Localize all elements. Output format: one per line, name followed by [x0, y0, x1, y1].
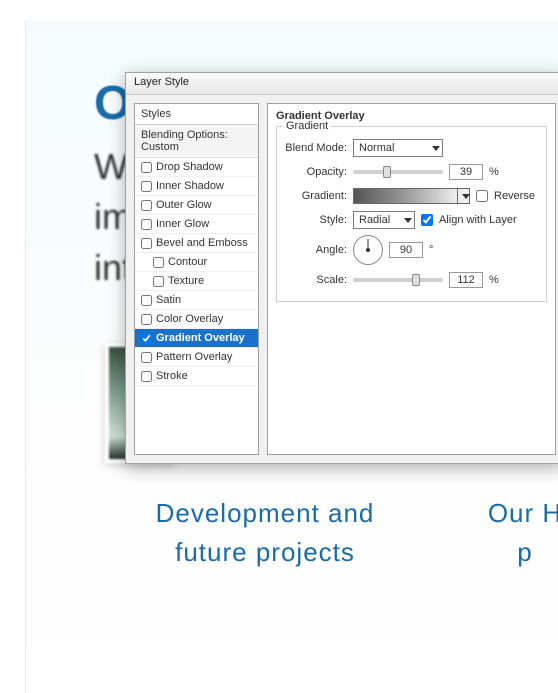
chevron-down-icon: [462, 194, 470, 199]
style-item-bevel-and-emboss[interactable]: Bevel and Emboss: [135, 234, 258, 253]
style-item-color-overlay[interactable]: Color Overlay: [135, 310, 258, 329]
gradient-label: Gradient:: [285, 190, 347, 202]
style-checkbox[interactable]: [141, 162, 152, 173]
opacity-input[interactable]: 39: [449, 164, 483, 180]
scale-input[interactable]: 112: [449, 272, 483, 288]
style-label: Contour: [168, 256, 207, 268]
style-label: Inner Shadow: [156, 180, 224, 192]
style-item-inner-glow[interactable]: Inner Glow: [135, 215, 258, 234]
blend-mode-label: Blend Mode:: [285, 142, 347, 154]
style-item-inner-shadow[interactable]: Inner Shadow: [135, 177, 258, 196]
slider-thumb[interactable]: [412, 274, 420, 286]
style-checkbox[interactable]: [141, 181, 152, 192]
angle-label: Angle:: [285, 244, 347, 256]
style-checkbox[interactable]: [141, 333, 152, 344]
style-item-satin[interactable]: Satin: [135, 291, 258, 310]
style-label: Stroke: [156, 370, 188, 382]
settings-panel: Gradient Overlay Gradient Blend Mode: No…: [267, 103, 556, 455]
style-item-contour[interactable]: Contour: [135, 253, 258, 272]
style-item-drop-shadow[interactable]: Drop Shadow: [135, 158, 258, 177]
opacity-unit: %: [489, 166, 499, 178]
reverse-checkbox[interactable]: [476, 190, 488, 202]
chevron-down-icon: [432, 146, 440, 151]
gradient-fieldset: Gradient Blend Mode: Normal Opacity: 39 …: [276, 126, 547, 302]
style-label: Bevel and Emboss: [156, 237, 248, 249]
chevron-down-icon: [404, 218, 412, 223]
layer-style-dialog: Layer Style Styles Blending Options: Cus…: [125, 72, 558, 464]
style-label: Style:: [285, 214, 347, 226]
gradient-dropdown[interactable]: [458, 188, 470, 204]
style-label: Pattern Overlay: [156, 351, 232, 363]
slider-thumb[interactable]: [383, 166, 391, 178]
opacity-label: Opacity:: [285, 166, 347, 178]
align-layer-checkbox[interactable]: [421, 214, 433, 226]
opacity-slider[interactable]: [353, 170, 443, 174]
style-label: Outer Glow: [156, 199, 212, 211]
styles-panel: Styles Blending Options: Custom Drop Sha…: [134, 103, 259, 455]
style-label: Inner Glow: [156, 218, 209, 230]
style-label: Texture: [168, 275, 204, 287]
style-checkbox[interactable]: [141, 238, 152, 249]
angle-input[interactable]: 90: [389, 242, 423, 258]
scale-unit: %: [489, 274, 499, 286]
style-item-texture[interactable]: Texture: [135, 272, 258, 291]
scale-slider[interactable]: [353, 278, 443, 282]
style-checkbox[interactable]: [141, 295, 152, 306]
style-item-gradient-overlay[interactable]: Gradient Overlay: [135, 329, 258, 348]
style-checkbox[interactable]: [141, 314, 152, 325]
style-label: Gradient Overlay: [156, 332, 245, 344]
style-checkbox[interactable]: [141, 352, 152, 363]
styles-header[interactable]: Styles: [135, 104, 258, 125]
align-layer-label: Align with Layer: [439, 214, 517, 226]
style-checkbox[interactable]: [141, 219, 152, 230]
style-item-pattern-overlay[interactable]: Pattern Overlay: [135, 348, 258, 367]
style-label: Color Overlay: [156, 313, 223, 325]
dialog-title: Layer Style: [134, 76, 189, 88]
style-item-stroke[interactable]: Stroke: [135, 367, 258, 386]
style-checkbox[interactable]: [141, 371, 152, 382]
scale-label: Scale:: [285, 274, 347, 286]
gradient-legend: Gradient: [283, 120, 331, 132]
angle-unit: °: [429, 244, 433, 256]
style-checkbox[interactable]: [153, 276, 164, 287]
style-label: Drop Shadow: [156, 161, 223, 173]
style-checkbox[interactable]: [141, 200, 152, 211]
blend-mode-select[interactable]: Normal: [353, 139, 443, 157]
style-label: Satin: [156, 294, 181, 306]
dialog-body: Styles Blending Options: Custom Drop Sha…: [126, 95, 558, 463]
blending-options-row[interactable]: Blending Options: Custom: [135, 125, 258, 158]
dialog-titlebar[interactable]: Layer Style: [126, 73, 558, 95]
style-select[interactable]: Radial: [353, 211, 415, 229]
style-checkbox[interactable]: [153, 257, 164, 268]
reverse-label: Reverse: [494, 190, 535, 202]
bg-caption-2: Our H p: [475, 494, 558, 572]
bg-caption-1: Development and future projects: [125, 494, 405, 572]
gradient-swatch[interactable]: [353, 188, 458, 204]
style-item-outer-glow[interactable]: Outer Glow: [135, 196, 258, 215]
angle-dial[interactable]: [353, 235, 383, 265]
